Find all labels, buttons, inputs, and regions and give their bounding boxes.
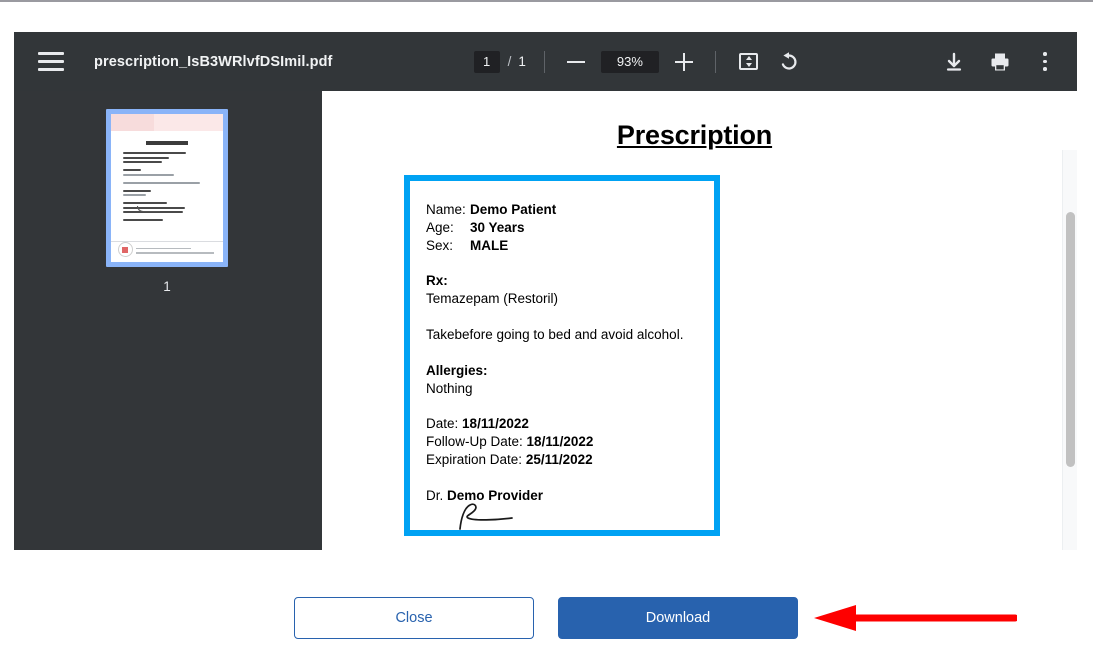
field-name-value: Demo Patient (470, 202, 557, 217)
field-age-label: Age: (426, 219, 454, 235)
toolbar-divider-1 (543, 50, 545, 73)
date-label: Date: (426, 416, 459, 432)
expiration-value: 25/11/2022 (525, 451, 593, 467)
instructions-text: Takebefore going to bed and avoid alcoho… (426, 326, 684, 342)
thumbnail-sidebar: 1 (14, 91, 322, 550)
field-sex: Sex: MALE (426, 237, 706, 255)
zoom-in-icon[interactable] (671, 49, 697, 75)
thumbnail-frame (106, 109, 228, 267)
close-button[interactable]: Close (294, 597, 534, 639)
thumbnail-header-band (111, 114, 223, 131)
pdf-toolbar: prescription_IsB3WRlvfDSImil.pdf / 1 93% (14, 32, 1077, 91)
thumbnail-title-bar (146, 141, 188, 145)
field-sex-label: Sex: (426, 237, 454, 253)
date-value: 18/11/2022 (462, 416, 529, 432)
more-options-kebab-icon[interactable] (1035, 52, 1055, 71)
download-icon[interactable] (943, 51, 965, 73)
thumbnail-page-label: 1 (163, 279, 171, 294)
thumbnail-item[interactable]: 1 (106, 109, 228, 294)
followup-label: Follow-Up Date: (426, 434, 523, 450)
toolbar-left-group: prescription_IsB3WRlvfDSImil.pdf (38, 51, 332, 73)
page-scrollbar[interactable] (1062, 150, 1077, 550)
rx-medication: Temazepam (Restoril) (426, 291, 559, 307)
field-name-label: Name: (426, 202, 466, 217)
field-age: Age: 30 Years (426, 219, 706, 237)
pdf-viewer-body: 1 Prescription Name: Demo Patient Age: 30 … (14, 91, 1077, 550)
toolbar-divider-2 (714, 50, 716, 73)
rx-heading: Rx: (426, 273, 448, 289)
prescription-heading: Prescription (616, 120, 773, 150)
field-name: Name: Demo Patient (426, 201, 706, 219)
thumbnail-footer-text (136, 247, 214, 256)
page-scrollbar-thumb[interactable] (1066, 212, 1075, 467)
print-icon[interactable] (989, 51, 1011, 73)
thumbnail-signature (137, 206, 160, 212)
pdf-page-region: Prescription Name: Demo Patient Age: 30 Ye… (322, 91, 1077, 550)
prescription-content: Name: Demo Patient Age: 30 Years Sex: MALE … (426, 201, 706, 505)
pdf-viewer: prescription_IsB3WRlvfDSImil.pdf / 1 93% (14, 32, 1077, 550)
screen-root: prescription_IsB3WRlvfDSImil.pdf / 1 93% (0, 0, 1093, 672)
toolbar-right-group (943, 51, 1055, 73)
signature-mark (450, 499, 570, 533)
expiration-label: Expiration Date: (426, 451, 523, 467)
expiration-row: Expiration Date: 25/11/2022 (426, 451, 706, 469)
thumbnail-page-preview (111, 114, 223, 262)
field-age-value: 30 Years (470, 219, 525, 235)
prescription-box: Name: Demo Patient Age: 30 Years Sex: MALE … (404, 175, 720, 536)
pdf-page: Prescription Name: Demo Patient Age: 30 Ye… (336, 91, 1077, 550)
fit-to-page-icon[interactable] (736, 49, 762, 75)
allergies-value: Nothing (426, 380, 473, 396)
download-button[interactable]: Download (558, 597, 798, 639)
window-top-edge (0, 0, 1093, 2)
zoom-out-icon[interactable] (563, 49, 589, 75)
allergies-heading: Allergies: (426, 362, 488, 378)
page-count: 1 (518, 54, 526, 69)
field-sex-value: MALE (470, 237, 509, 253)
toolbar-center-group: / 1 93% (332, 49, 943, 75)
red-arrow-annotation-icon (812, 604, 1019, 632)
provider-prefix: Dr. (426, 487, 444, 503)
page-number-input[interactable] (473, 50, 500, 73)
thumbnail-logo-icon (118, 242, 133, 257)
hamburger-menu-icon[interactable] (38, 51, 66, 73)
followup-value: 18/11/2022 (526, 434, 594, 450)
zoom-level-value[interactable]: 93% (600, 50, 659, 73)
date-row: Date: 18/11/2022 (426, 415, 706, 433)
document-title: prescription_IsB3WRlvfDSImil.pdf (94, 53, 333, 70)
rotate-counterclockwise-icon[interactable] (776, 49, 802, 75)
followup-row: Follow-Up Date: 18/11/2022 (426, 433, 706, 451)
page-separator: / (507, 54, 512, 69)
thumbnail-text-lines (123, 152, 211, 224)
